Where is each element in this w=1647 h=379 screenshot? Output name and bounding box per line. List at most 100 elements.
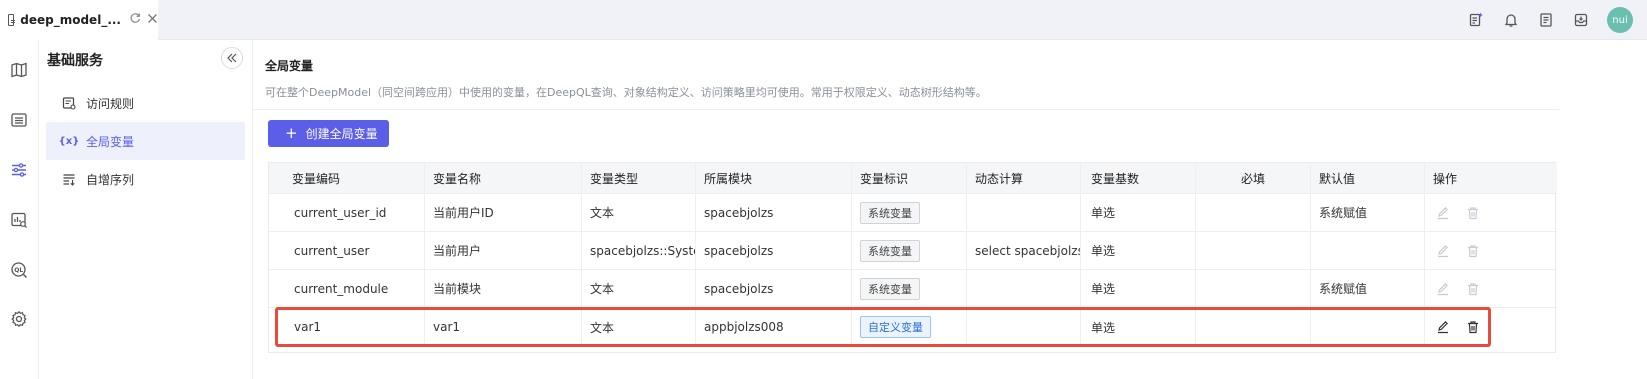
cell-module: spacebjolzs xyxy=(696,232,852,269)
map-icon[interactable] xyxy=(9,60,29,80)
status-badge: 自定义变量 xyxy=(860,316,931,338)
tab-title: deep_model_... xyxy=(20,13,121,27)
icon-rail: QL xyxy=(0,40,39,379)
header-tag: 变量标识 xyxy=(852,163,967,193)
cell-required xyxy=(1196,194,1311,231)
cell-default xyxy=(1311,308,1425,346)
page-title: 全局变量 xyxy=(265,59,314,73)
cell-name: 当前用户ID xyxy=(425,194,582,231)
table-row: current_user 当前用户 spacebjolzs::Syste... … xyxy=(269,232,1557,270)
inbox-icon[interactable] xyxy=(1572,11,1590,29)
collapse-sidebar-button[interactable] xyxy=(221,47,243,69)
edit-icon[interactable] xyxy=(1435,205,1451,221)
create-button-label: 创建全局变量 xyxy=(305,127,378,141)
cell-type: 文本 xyxy=(582,308,696,346)
cell-default: 系统赋值 xyxy=(1311,194,1425,231)
cell-tag: 系统变量 xyxy=(852,270,967,307)
cell-type: 文本 xyxy=(582,270,696,307)
tab-deep-model[interactable]: deep_model_... xyxy=(0,0,158,40)
main-content: 全局变量 可在整个DeepModel（同空间跨应用）中使用的变量，在DeepQL… xyxy=(253,40,1647,379)
cell-dynamic xyxy=(967,270,1081,307)
status-badge: 系统变量 xyxy=(860,239,920,262)
cell-dynamic xyxy=(967,308,1081,346)
edit-icon[interactable] xyxy=(1435,243,1451,259)
cell-module: spacebjolzs xyxy=(696,270,852,307)
cell-cardinality: 单选 xyxy=(1081,194,1196,231)
close-icon[interactable] xyxy=(147,13,158,28)
cell-code: current_user_id xyxy=(269,194,425,231)
cell-tag: 自定义变量 xyxy=(852,308,967,346)
sidebar-item-global-variables[interactable]: {x} 全局变量 xyxy=(46,122,245,160)
cell-type: 文本 xyxy=(582,194,696,231)
table-row: current_user_id 当前用户ID 文本 spacebjolzs 系统… xyxy=(269,194,1557,232)
cell-tag: 系统变量 xyxy=(852,232,967,269)
header-code: 变量编码 xyxy=(269,163,425,193)
cell-code: current_module xyxy=(269,270,425,307)
cell-code: current_user xyxy=(269,232,425,269)
cell-actions xyxy=(1425,232,1557,269)
header-default: 默认值 xyxy=(1311,163,1425,193)
cell-actions xyxy=(1425,194,1557,231)
delete-icon[interactable] xyxy=(1465,281,1481,297)
cell-required xyxy=(1196,308,1311,346)
cell-cardinality: 单选 xyxy=(1081,232,1196,269)
edit-icon[interactable] xyxy=(1435,281,1451,297)
table-row: current_module 当前模块 文本 spacebjolzs 系统变量 … xyxy=(269,270,1557,308)
chart-search-icon[interactable] xyxy=(9,210,29,230)
delete-icon[interactable] xyxy=(1465,319,1481,335)
header-cardinality: 变量基数 xyxy=(1081,163,1196,193)
page-description: 可在整个DeepModel（同空间跨应用）中使用的变量，在DeepQL查询、对象… xyxy=(265,86,987,99)
header-required: 必填 xyxy=(1196,163,1311,193)
delete-icon[interactable] xyxy=(1465,205,1481,221)
cell-required xyxy=(1196,270,1311,307)
service-sidebar: 基础服务 访问规则 {x} 全局变量 自增序列 xyxy=(39,40,253,379)
document-icon xyxy=(8,14,16,26)
divider xyxy=(253,109,1559,110)
sliders-icon[interactable] xyxy=(9,160,29,180)
header-actions: 操作 xyxy=(1433,171,1458,186)
cell-name: 当前用户 xyxy=(425,232,582,269)
table-header-row: 变量编码 变量名称 变量类型 所属模块 变量标识 动态计算 变量基数 必填 默认… xyxy=(269,163,1557,194)
cell-actions xyxy=(1425,270,1557,307)
cell-cardinality: 单选 xyxy=(1081,308,1196,346)
notes-icon[interactable] xyxy=(1537,11,1555,29)
cell-tag: 系统变量 xyxy=(852,194,967,231)
status-badge: 系统变量 xyxy=(860,277,920,300)
top-tab-bar: deep_model_... nui xyxy=(0,0,1647,40)
variable-icon: {x} xyxy=(58,135,80,147)
sidebar-item-label: 全局变量 xyxy=(86,134,135,149)
cell-required xyxy=(1196,232,1311,269)
sidebar-item-label: 自增序列 xyxy=(86,172,135,187)
sidebar-item-auto-sequence[interactable]: 自增序列 xyxy=(46,160,245,198)
svg-text:QL: QL xyxy=(14,267,23,274)
delete-icon[interactable] xyxy=(1465,243,1481,259)
cell-dynamic: select spacebjolzs... xyxy=(967,232,1081,269)
table-row: var1 var1 文本 appbjolzs008 自定义变量 单选 xyxy=(269,308,1557,346)
status-badge: 系统变量 xyxy=(860,201,920,224)
cell-name: 当前模块 xyxy=(425,270,582,307)
header-module: 所属模块 xyxy=(696,163,852,193)
sidebar-title: 基础服务 xyxy=(47,53,103,69)
refresh-icon[interactable] xyxy=(129,12,141,28)
gear-icon[interactable] xyxy=(9,309,29,329)
cell-module: spacebjolzs xyxy=(696,194,852,231)
ai-document-icon[interactable] xyxy=(1467,11,1485,29)
cell-module: appbjolzs008 xyxy=(696,308,852,346)
header-name: 变量名称 xyxy=(425,163,582,193)
edit-icon[interactable] xyxy=(1435,319,1451,335)
list-icon[interactable] xyxy=(9,110,29,130)
cell-default: 系统赋值 xyxy=(1311,270,1425,307)
cell-dynamic xyxy=(967,194,1081,231)
sidebar-item-label: 访问规则 xyxy=(86,96,135,111)
cell-type: spacebjolzs::Syste... xyxy=(582,232,696,269)
bell-icon[interactable] xyxy=(1502,11,1520,29)
rules-icon xyxy=(62,96,76,110)
variables-table: 变量编码 变量名称 变量类型 所属模块 变量标识 动态计算 变量基数 必填 默认… xyxy=(268,162,1557,353)
header-dynamic: 动态计算 xyxy=(967,163,1081,193)
plus-icon: + xyxy=(285,124,298,142)
sidebar-item-access-rules[interactable]: 访问规则 xyxy=(46,84,245,122)
avatar[interactable]: nui xyxy=(1607,7,1633,33)
cell-actions xyxy=(1425,308,1557,346)
ql-query-icon[interactable]: QL xyxy=(9,260,29,280)
create-global-variable-button[interactable]: + 创建全局变量 xyxy=(268,120,389,147)
